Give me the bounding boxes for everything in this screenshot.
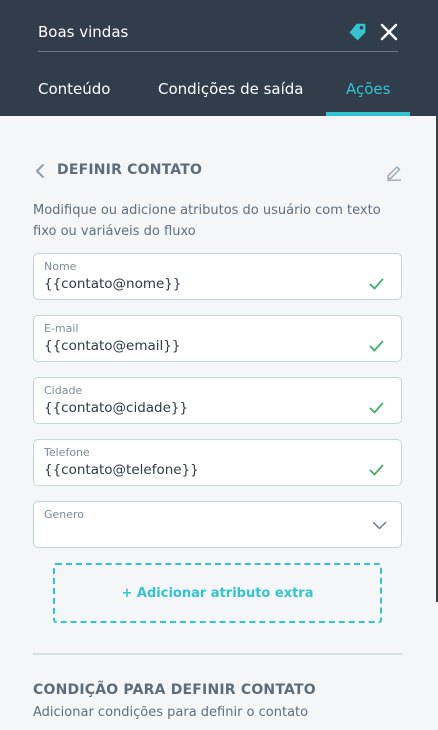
field-value[interactable]: {{contato@nome}} [44, 276, 182, 292]
close-icon[interactable] [380, 23, 398, 41]
field-label: E-mail [44, 322, 79, 335]
pencil-icon[interactable] [385, 163, 403, 181]
genero-select[interactable]: Genero [33, 501, 402, 548]
telefone-field[interactable]: Telefone {{contato@telefone}} [33, 439, 402, 486]
check-icon [369, 464, 384, 476]
cidade-field[interactable]: Cidade {{contato@cidade}} [33, 377, 402, 424]
field-value[interactable]: {{contato@cidade}} [44, 400, 188, 416]
tab-condicoes-de-saida[interactable]: Condições de saída [158, 80, 304, 98]
field-label: Telefone [44, 446, 90, 459]
divider [33, 653, 402, 655]
section-title: DEFINIR CONTATO [57, 162, 203, 178]
field-label: Cidade [44, 384, 83, 397]
field-value[interactable]: {{contato@email}} [44, 338, 180, 354]
field-label: Nome [44, 260, 77, 273]
condition-section-title: CONDIÇÃO PARA DEFINIR CONTATO [33, 682, 316, 698]
active-tab-indicator [326, 112, 410, 116]
panel-header: Boas vindas Conteúdo Condições de saída … [0, 0, 438, 116]
check-icon [369, 402, 384, 414]
node-title-row: Boas vindas [38, 14, 398, 52]
field-label: Genero [44, 508, 85, 521]
tab-conteudo[interactable]: Conteúdo [38, 80, 110, 98]
section-description: Modifique ou adicione atributos do usuár… [33, 203, 381, 239]
email-field[interactable]: E-mail {{contato@email}} [33, 315, 402, 362]
field-value[interactable]: {{contato@telefone}} [44, 462, 199, 478]
section-header: DEFINIR CONTATO [33, 160, 403, 182]
check-icon [369, 340, 384, 352]
condition-section-subtitle: Adicionar condições para definir o conta… [33, 705, 309, 720]
chevron-down-icon[interactable] [372, 521, 387, 530]
nome-field[interactable]: Nome {{contato@nome}} [33, 253, 402, 300]
chevron-left-icon[interactable] [33, 163, 47, 179]
node-title[interactable]: Boas vindas [38, 23, 128, 41]
add-extra-attribute-button[interactable]: + Adicionar atributo extra [53, 563, 382, 623]
check-icon [369, 278, 384, 290]
tag-icon[interactable] [347, 22, 368, 43]
tab-acoes[interactable]: Ações [346, 80, 390, 98]
